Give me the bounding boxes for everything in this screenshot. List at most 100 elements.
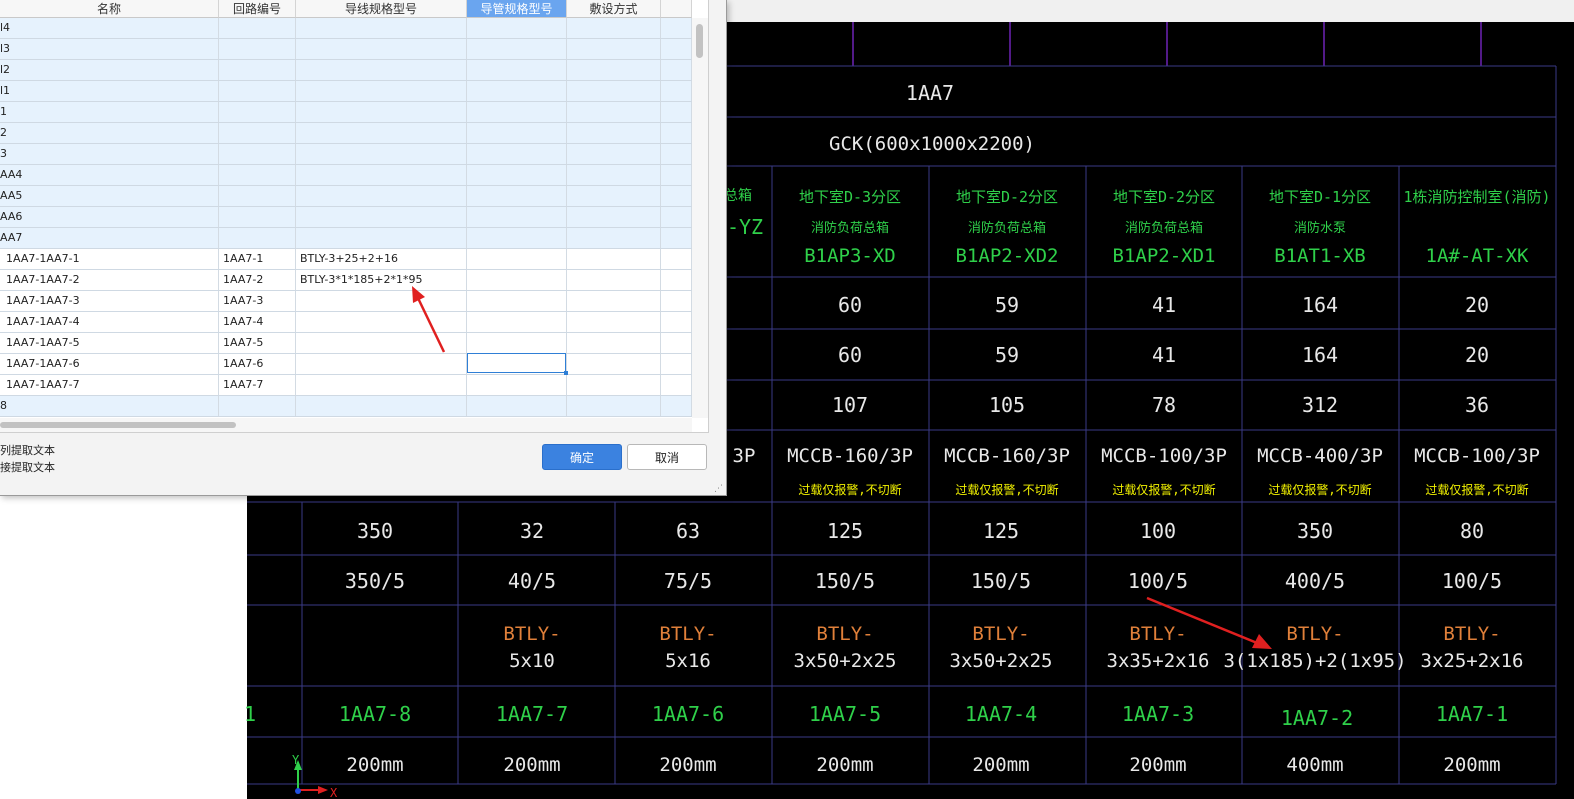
table-cell[interactable]: AA5	[0, 186, 219, 206]
cancel-button[interactable]: 取消	[627, 444, 707, 470]
column-header-3[interactable]: 导管规格型号	[467, 0, 567, 18]
table-cell[interactable]: AA4	[0, 165, 219, 185]
table-cell[interactable]	[467, 249, 567, 269]
vertical-scroll-thumb[interactable]	[696, 24, 703, 58]
table-cell[interactable]	[661, 102, 692, 122]
table-cell[interactable]	[661, 291, 692, 311]
table-cell[interactable]	[467, 144, 567, 164]
table-cell[interactable]	[219, 165, 296, 185]
table-cell[interactable]: 1AA7-1AA7-7	[0, 375, 219, 395]
table-cell[interactable]	[219, 123, 296, 143]
table-cell[interactable]	[661, 165, 692, 185]
table-cell[interactable]: 1	[0, 102, 219, 122]
table-cell[interactable]	[467, 165, 567, 185]
table-cell[interactable]	[567, 39, 661, 59]
table-cell[interactable]	[567, 144, 661, 164]
table-cell[interactable]	[567, 396, 661, 416]
table-cell[interactable]	[219, 39, 296, 59]
table-cell[interactable]	[661, 354, 692, 374]
horizontal-scroll-thumb[interactable]	[0, 422, 236, 428]
table-row[interactable]: AA4	[0, 165, 692, 186]
table-cell[interactable]: 1AA7-1AA7-4	[0, 312, 219, 332]
table-row[interactable]: 3	[0, 144, 692, 165]
table-cell[interactable]	[661, 228, 692, 248]
table-cell[interactable]	[567, 312, 661, 332]
table-cell[interactable]	[467, 186, 567, 206]
ok-button[interactable]: 确定	[542, 444, 622, 470]
table-cell[interactable]: 1AA7-1AA7-6	[0, 354, 219, 374]
table-cell[interactable]	[661, 375, 692, 395]
table-cell[interactable]	[467, 123, 567, 143]
table-row[interactable]: 1AA7-1AA7-6 1AA7-6	[0, 354, 692, 375]
table-cell[interactable]	[219, 207, 296, 227]
table-cell[interactable]	[467, 60, 567, 80]
table-cell[interactable]	[567, 291, 661, 311]
table-cell[interactable]	[467, 270, 567, 290]
table-cell[interactable]	[467, 396, 567, 416]
table-cell[interactable]	[567, 333, 661, 353]
table-cell[interactable]	[219, 144, 296, 164]
table-cell[interactable]: AA7	[0, 228, 219, 248]
table-cell[interactable]: 1AA7-7	[219, 375, 296, 395]
table-cell[interactable]: 3	[0, 144, 219, 164]
table-cell[interactable]	[567, 186, 661, 206]
table-cell[interactable]	[467, 312, 567, 332]
column-header-4[interactable]: 敷设方式	[567, 0, 661, 18]
table-cell[interactable]	[296, 396, 467, 416]
table-cell[interactable]	[467, 102, 567, 122]
table-row[interactable]: 1AA7-1AA7-4 1AA7-4	[0, 312, 692, 333]
table-cell[interactable]	[567, 207, 661, 227]
table-cell[interactable]	[296, 165, 467, 185]
table-cell[interactable]	[296, 354, 467, 374]
table-cell[interactable]	[296, 186, 467, 206]
table-cell[interactable]	[467, 291, 567, 311]
column-header-2[interactable]: 导线规格型号	[296, 0, 467, 18]
table-row[interactable]: 1AA7-1AA7-2 1AA7-2 BTLY-3*1*185+2*1*95	[0, 270, 692, 291]
option-column-extract[interactable]: 列提取文本	[0, 442, 55, 458]
table-cell[interactable]	[467, 228, 567, 248]
table-cell[interactable]: l3	[0, 39, 219, 59]
table-row[interactable]: l4	[0, 18, 692, 39]
table-row[interactable]: 1	[0, 102, 692, 123]
table-cell[interactable]	[467, 39, 567, 59]
table-cell[interactable]	[296, 375, 467, 395]
table-cell[interactable]	[219, 186, 296, 206]
table-cell[interactable]	[467, 81, 567, 101]
table-cell[interactable]	[567, 60, 661, 80]
focused-cell[interactable]	[467, 353, 566, 373]
table-cell[interactable]	[467, 333, 567, 353]
table-cell[interactable]	[296, 39, 467, 59]
option-direct-extract[interactable]: 接提取文本	[0, 459, 55, 475]
column-header-1[interactable]: 回路编号	[219, 0, 296, 18]
table-cell[interactable]	[567, 102, 661, 122]
table-cell[interactable]	[467, 375, 567, 395]
table-cell[interactable]	[467, 18, 567, 38]
table-cell[interactable]	[661, 186, 692, 206]
table-cell[interactable]	[661, 81, 692, 101]
table-cell[interactable]	[219, 396, 296, 416]
table-cell[interactable]	[296, 102, 467, 122]
table-cell[interactable]	[567, 354, 661, 374]
table-cell[interactable]	[661, 333, 692, 353]
table-cell[interactable]	[567, 18, 661, 38]
table-cell[interactable]	[661, 39, 692, 59]
table-row[interactable]: AA7	[0, 228, 692, 249]
table-cell[interactable]: 2	[0, 123, 219, 143]
table-cell[interactable]	[219, 81, 296, 101]
table-cell[interactable]	[296, 81, 467, 101]
table-cell[interactable]	[296, 18, 467, 38]
table-cell[interactable]	[567, 249, 661, 269]
table-cell[interactable]	[296, 60, 467, 80]
table-cell[interactable]	[567, 165, 661, 185]
resize-grip-icon[interactable]: ⋰	[714, 484, 724, 494]
table-cell[interactable]	[661, 60, 692, 80]
table-cell[interactable]	[219, 18, 296, 38]
table-cell[interactable]: 8	[0, 396, 219, 416]
table-cell[interactable]	[296, 333, 467, 353]
table-cell[interactable]	[567, 228, 661, 248]
table-cell[interactable]	[661, 207, 692, 227]
table-cell[interactable]	[219, 102, 296, 122]
table-row[interactable]: AA5	[0, 186, 692, 207]
table-cell[interactable]: l2	[0, 60, 219, 80]
table-cell[interactable]	[219, 228, 296, 248]
